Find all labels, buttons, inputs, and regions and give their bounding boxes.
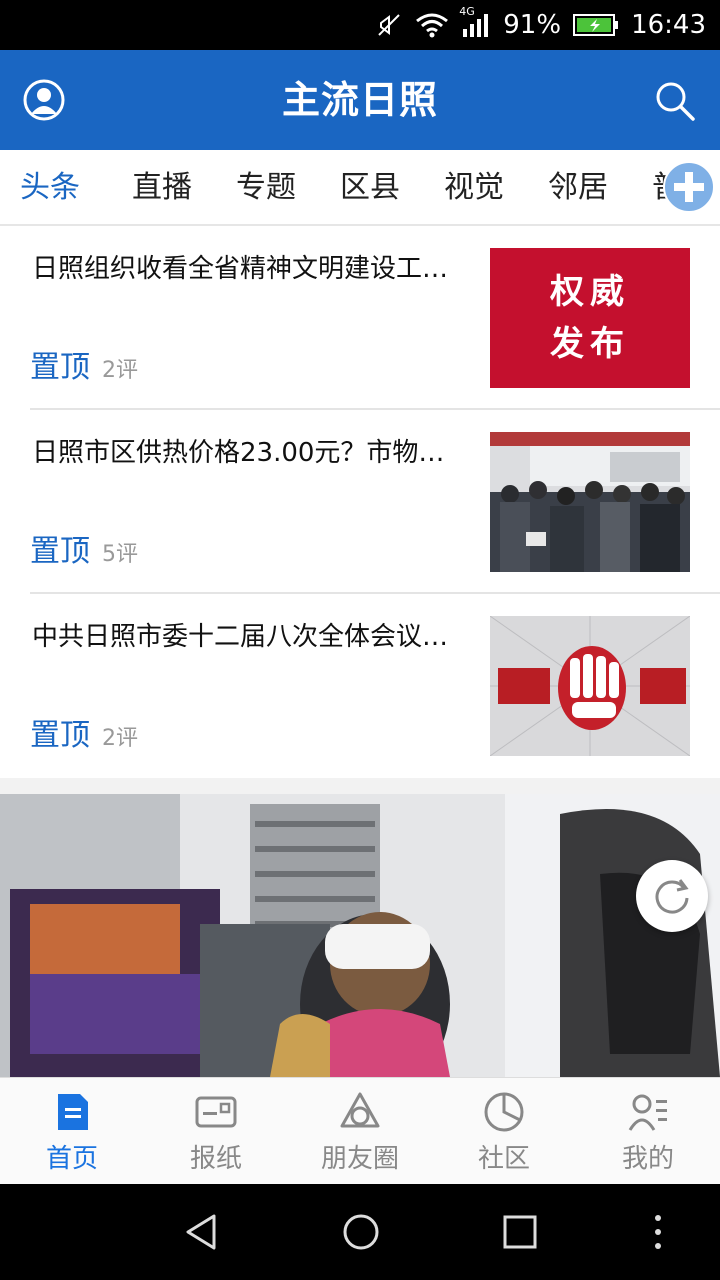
plus-circle-icon (663, 161, 715, 213)
tab-districts[interactable]: 区县 (340, 150, 400, 224)
network-type: 4G (459, 5, 475, 18)
bottom-tab-mine[interactable]: 我的 (576, 1078, 720, 1184)
signal-icon: 4G (459, 5, 491, 39)
vr-video-frame (0, 794, 720, 1077)
friends-circle-icon (340, 1092, 380, 1128)
bottom-tab-friends[interactable]: 朋友圈 (288, 1078, 432, 1184)
thumbnail-text: 发布 (550, 324, 630, 364)
home-circle-icon (343, 1214, 379, 1250)
tab-headline[interactable]: 头条 (20, 150, 80, 224)
category-tabs: 头条 直播 专题 区县 视觉 邻居 普 (0, 150, 720, 226)
recents-square-icon (503, 1215, 537, 1249)
bottom-tab-label: 首页 (45, 1144, 98, 1174)
bottom-tab-bar: 首页 报纸 朋友圈 社区 我的 (0, 1077, 720, 1184)
bottom-tab-newspaper[interactable]: 报纸 (144, 1078, 288, 1184)
back-triangle-icon (186, 1214, 216, 1250)
news-thumbnail (490, 432, 690, 572)
app-title: 主流日照 (281, 78, 438, 122)
back-button[interactable] (182, 1212, 222, 1252)
news-list: 日照组织收看全省精神文明建设工… 置顶 2评 权威 发布 日照市区供热价格23.… (0, 226, 720, 778)
system-nav-bar (0, 1184, 720, 1280)
status-bar: 4G 91% 16:43 (0, 0, 720, 50)
home-doc-icon (58, 1094, 88, 1130)
news-item[interactable]: 日照市区供热价格23.00元？市物… 置顶 5评 (30, 410, 720, 594)
tab-visual[interactable]: 视觉 (444, 150, 504, 224)
news-item[interactable]: 日照组织收看全省精神文明建设工… 置顶 2评 权威 发布 (30, 226, 720, 410)
tab-neighbors[interactable]: 邻居 (548, 150, 608, 224)
news-title: 日照市区供热价格23.00元？市物… (32, 438, 445, 468)
comment-count: 2评 (102, 726, 138, 751)
news-title: 中共日照市委十二届八次全体会议… (32, 622, 449, 652)
home-button[interactable] (341, 1212, 381, 1252)
recents-button[interactable] (500, 1212, 540, 1252)
refresh-button[interactable] (636, 860, 708, 932)
bottom-tab-home[interactable]: 首页 (0, 1078, 144, 1184)
overflow-menu-button[interactable] (646, 1212, 670, 1252)
comment-count: 2评 (102, 358, 138, 383)
pinned-label: 置顶 (30, 718, 90, 753)
news-meta: 置顶 5评 (30, 526, 138, 570)
bottom-tab-label: 报纸 (189, 1144, 242, 1174)
profile-list-icon (628, 1094, 667, 1131)
community-pie-icon (484, 1092, 524, 1132)
pinned-label: 置顶 (30, 350, 90, 385)
news-meta: 置顶 2评 (30, 710, 138, 754)
comment-count: 5评 (102, 542, 138, 567)
clock: 16:43 (631, 10, 706, 40)
tab-live[interactable]: 直播 (132, 150, 192, 224)
more-dots-icon (655, 1215, 661, 1249)
thumbnail-text: 权威 (550, 272, 630, 312)
refresh-icon (655, 879, 689, 914)
crowd-photo (490, 432, 690, 572)
battery-percent: 91% (503, 10, 562, 40)
battery-icon (573, 12, 619, 38)
news-feed: 日照组织收看全省精神文明建设工… 置顶 2评 权威 发布 日照市区供热价格23.… (0, 226, 720, 1077)
video-banner[interactable] (0, 794, 720, 1077)
news-thumbnail: 权威 发布 (490, 248, 690, 388)
news-item[interactable]: 中共日照市委十二届八次全体会议… 置顶 2评 (30, 594, 720, 778)
bottom-tab-community[interactable]: 社区 (432, 1078, 576, 1184)
bottom-tab-label: 社区 (477, 1144, 530, 1174)
news-meta: 置顶 2评 (30, 342, 138, 386)
tab-topics[interactable]: 专题 (236, 150, 296, 224)
bottom-tab-label: 我的 (621, 1144, 674, 1174)
search-button[interactable] (654, 80, 696, 122)
search-icon (656, 82, 695, 121)
mute-icon (375, 11, 403, 39)
bottom-tab-label: 朋友圈 (320, 1144, 399, 1174)
news-title: 日照组织收看全省精神文明建设工… (32, 254, 449, 284)
wifi-icon (415, 11, 449, 39)
app-header: 主流日照 (0, 50, 720, 150)
fist-graphic (490, 616, 690, 756)
newspaper-icon (195, 1096, 237, 1128)
add-channel-button[interactable] (662, 160, 716, 214)
pinned-label: 置顶 (30, 534, 90, 569)
news-thumbnail (490, 616, 690, 756)
